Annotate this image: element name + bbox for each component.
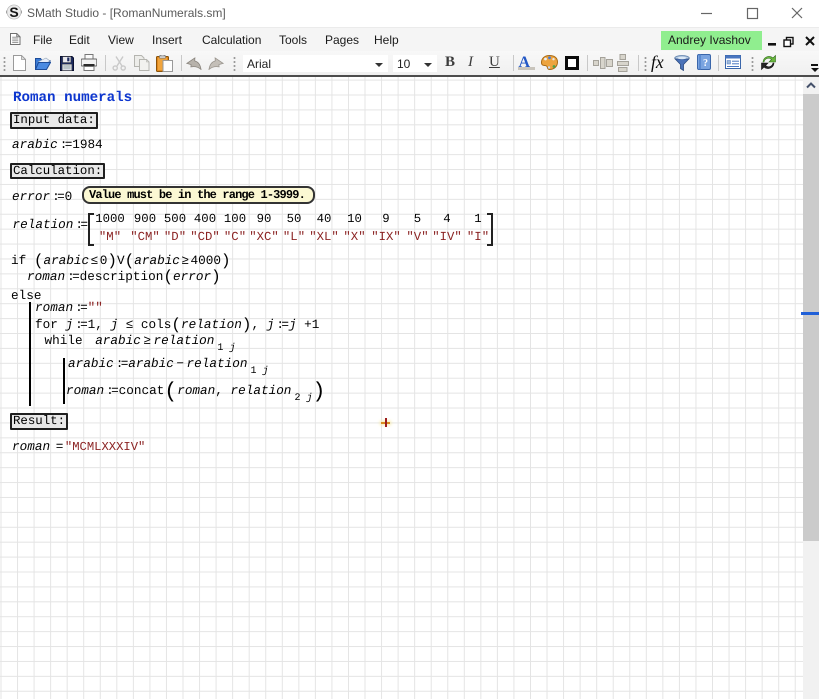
svg-text:?: ? bbox=[703, 58, 708, 69]
svg-text:S: S bbox=[9, 4, 18, 20]
